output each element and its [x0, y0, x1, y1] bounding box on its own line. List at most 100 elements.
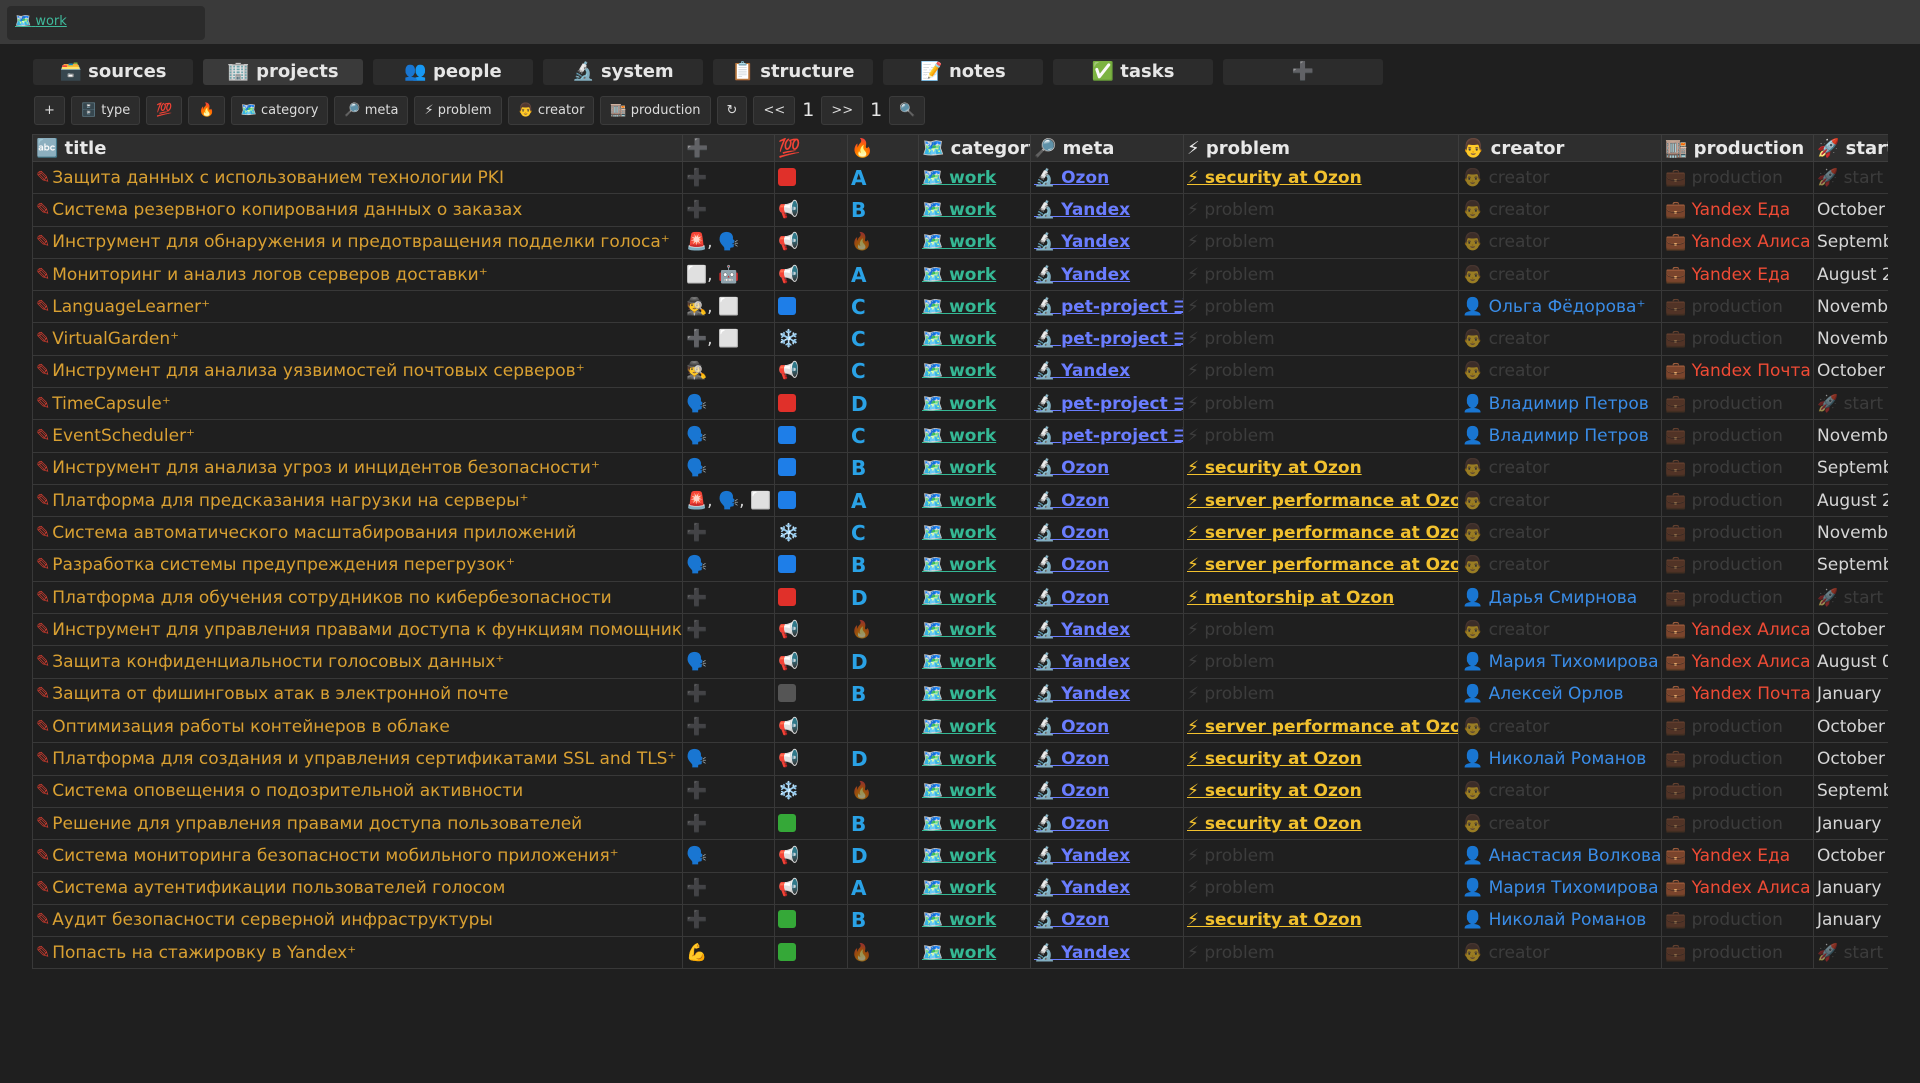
creator-filter-button[interactable]: 👨 creator [507, 95, 595, 125]
edit-pencil-icon[interactable]: ✎ [36, 491, 50, 511]
meta-cell[interactable]: 🔬 Yandex [1030, 225, 1184, 259]
category-cell[interactable]: 🗺️ work [918, 419, 1031, 453]
title-cell[interactable]: ✎ TimeCapsule⁺ [32, 387, 683, 421]
meta-link[interactable]: 🔬 Yandex [1034, 265, 1130, 285]
tags-cell[interactable]: ➕ [682, 516, 775, 550]
score-cell[interactable] [774, 903, 848, 938]
edit-pencil-icon[interactable]: ✎ [36, 394, 50, 414]
score-cell[interactable]: ❄️ [774, 322, 848, 356]
edit-pencil-icon[interactable]: ✎ [36, 329, 50, 349]
start-cell[interactable]: October 1 [1813, 613, 1888, 647]
tags-cell[interactable]: ➕ [682, 193, 775, 227]
category-cell[interactable]: 🗺️ work [918, 903, 1031, 938]
problem-cell[interactable]: ⚡ problem [1183, 225, 1459, 259]
row-title[interactable]: Оптимизация работы контейнеров в облаке [52, 717, 450, 737]
meta-link[interactable]: 🔬 Yandex [1034, 943, 1130, 963]
title-cell[interactable]: ✎ Мониторинг и анализ логов серверов дост… [32, 257, 683, 292]
edit-pencil-icon[interactable]: ✎ [36, 265, 50, 285]
category-cell[interactable]: 🗺️ work [918, 548, 1031, 582]
edit-pencil-icon[interactable]: ✎ [36, 943, 50, 963]
meta-link[interactable]: 🔬 Ozon [1034, 910, 1109, 930]
row-title[interactable]: Система резервного копирования данных о … [52, 200, 522, 220]
tags-cell[interactable]: 🗣️ [682, 387, 775, 421]
production-link[interactable]: 💼 Yandex Алиса [1665, 878, 1811, 898]
tags-cell[interactable]: 🗣️ [682, 645, 775, 679]
row-title[interactable]: Инструмент для обнаружения и предотвраще… [52, 232, 670, 252]
score-cell[interactable] [774, 806, 848, 841]
meta-link[interactable]: 🔬 pet-project ⇶ [1034, 426, 1183, 446]
breadcrumb-link-work[interactable]: 🗺️ work [15, 14, 67, 29]
problem-cell[interactable]: ⚡ server performance at Ozon [1183, 548, 1459, 582]
score-cell[interactable]: 📢 [774, 871, 848, 905]
search-button[interactable]: 🔍 [889, 95, 926, 125]
meta-link[interactable]: 🔬 Yandex [1034, 652, 1130, 672]
problem-link[interactable]: ⚡ security at Ozon [1187, 781, 1362, 801]
tags-cell[interactable]: ➕ [682, 613, 775, 647]
meta-link[interactable]: 🔬 Yandex [1034, 846, 1130, 866]
tags-cell[interactable]: ➕ [682, 160, 775, 195]
meta-cell[interactable]: 🔬 pet-project ⇶ [1030, 322, 1184, 356]
row-title[interactable]: VirtualGarden⁺ [52, 329, 179, 349]
start-cell[interactable]: Septembe [1813, 225, 1888, 259]
production-cell[interactable]: 💼 production [1661, 903, 1814, 938]
meta-cell[interactable]: 🔬 Ozon [1030, 516, 1184, 550]
problem-cell[interactable]: ⚡ server performance at Ozon [1183, 483, 1459, 518]
category-link[interactable]: 🗺️ work [922, 588, 996, 608]
edit-pencil-icon[interactable]: ✎ [36, 878, 50, 898]
meta-cell[interactable]: 🔬 Yandex [1030, 936, 1184, 970]
tags-cell[interactable]: ➕, ⬜ [682, 322, 775, 356]
creator-cell[interactable]: 👤 Владимир Петров [1458, 387, 1662, 421]
edit-pencil-icon[interactable]: ✎ [36, 846, 50, 866]
meta-filter-button[interactable]: 🔎 meta [334, 95, 409, 125]
meta-link[interactable]: 🔬 Ozon [1034, 781, 1109, 801]
problem-cell[interactable]: ⚡ problem [1183, 257, 1459, 292]
problem-cell[interactable]: ⚡ mentorship at Ozon [1183, 580, 1459, 615]
production-link[interactable]: 💼 Yandex Алиса [1665, 652, 1811, 672]
score-cell[interactable]: 📢 [774, 225, 848, 259]
edit-pencil-icon[interactable]: ✎ [36, 200, 50, 220]
category-link[interactable]: 🗺️ work [922, 458, 996, 478]
title-cell[interactable]: ✎ Система аутентификации пользователей го… [32, 871, 683, 905]
meta-link[interactable]: 🔬 Ozon [1034, 588, 1109, 608]
tab-5[interactable]: 📝 notes [883, 59, 1043, 85]
creator-link[interactable]: 👤 Мария Тихомирова [1462, 652, 1659, 672]
category-link[interactable]: 🗺️ work [922, 232, 996, 252]
grade-cell[interactable]: B [847, 806, 919, 841]
edit-pencil-icon[interactable]: ✎ [36, 297, 50, 317]
score-cell[interactable] [774, 677, 848, 712]
production-cell[interactable]: 💼 Yandex Алиса [1661, 613, 1814, 647]
tags-cell[interactable]: 🗣️ [682, 839, 775, 873]
problem-link[interactable]: ⚡ mentorship at Ozon [1187, 588, 1394, 608]
meta-link[interactable]: 🔬 pet-project ⇶ [1034, 297, 1183, 317]
grade-cell[interactable]: D [847, 645, 919, 679]
creator-cell[interactable]: 👨 creator [1458, 548, 1662, 582]
tags-cell[interactable]: 🗣️ [682, 548, 775, 582]
meta-link[interactable]: 🔬 Yandex [1034, 878, 1130, 898]
column-header-start[interactable]: 🚀 start [1813, 134, 1888, 162]
problem-cell[interactable]: ⚡ security at Ozon [1183, 806, 1459, 841]
problem-link[interactable]: ⚡ security at Ozon [1187, 458, 1362, 478]
category-link[interactable]: 🗺️ work [922, 910, 996, 930]
start-cell[interactable]: October 1 [1813, 742, 1888, 776]
row-title[interactable]: Защита конфиденциальности голосовых данн… [52, 652, 504, 672]
title-cell[interactable]: ✎ Защита конфиденциальности голосовых дан… [32, 645, 683, 679]
meta-cell[interactable]: 🔬 pet-project ⇶ [1030, 387, 1184, 421]
meta-link[interactable]: 🔬 Ozon [1034, 717, 1109, 737]
title-cell[interactable]: ✎ Инструмент для анализа уязвимостей почт… [32, 354, 683, 389]
title-cell[interactable]: ✎ Система мониторинга безопасности мобиль… [32, 839, 683, 873]
production-cell[interactable]: 💼 production [1661, 742, 1814, 776]
category-cell[interactable]: 🗺️ work [918, 936, 1031, 970]
row-title[interactable]: Платформа для предсказания нагрузки на с… [52, 491, 528, 511]
creator-link[interactable]: 👤 Алексей Орлов [1462, 684, 1624, 704]
production-cell[interactable]: 💼 production [1661, 580, 1814, 615]
production-cell[interactable]: 💼 production [1661, 290, 1814, 324]
tab-0[interactable]: 🗃️ sources [33, 59, 193, 85]
production-cell[interactable]: 💼 Yandex Еда [1661, 839, 1814, 873]
row-title[interactable]: EventScheduler⁺ [52, 426, 195, 446]
grade-cell[interactable]: D [847, 387, 919, 421]
creator-link[interactable]: 👤 Владимир Петров [1462, 394, 1649, 414]
row-title[interactable]: Система мониторинга безопасности мобильн… [52, 846, 618, 866]
row-title[interactable]: Инструмент для анализа уязвимостей почто… [52, 361, 584, 381]
grade-cell[interactable]: 🔥 [847, 225, 919, 259]
production-cell[interactable]: 💼 Yandex Почта [1661, 354, 1814, 389]
